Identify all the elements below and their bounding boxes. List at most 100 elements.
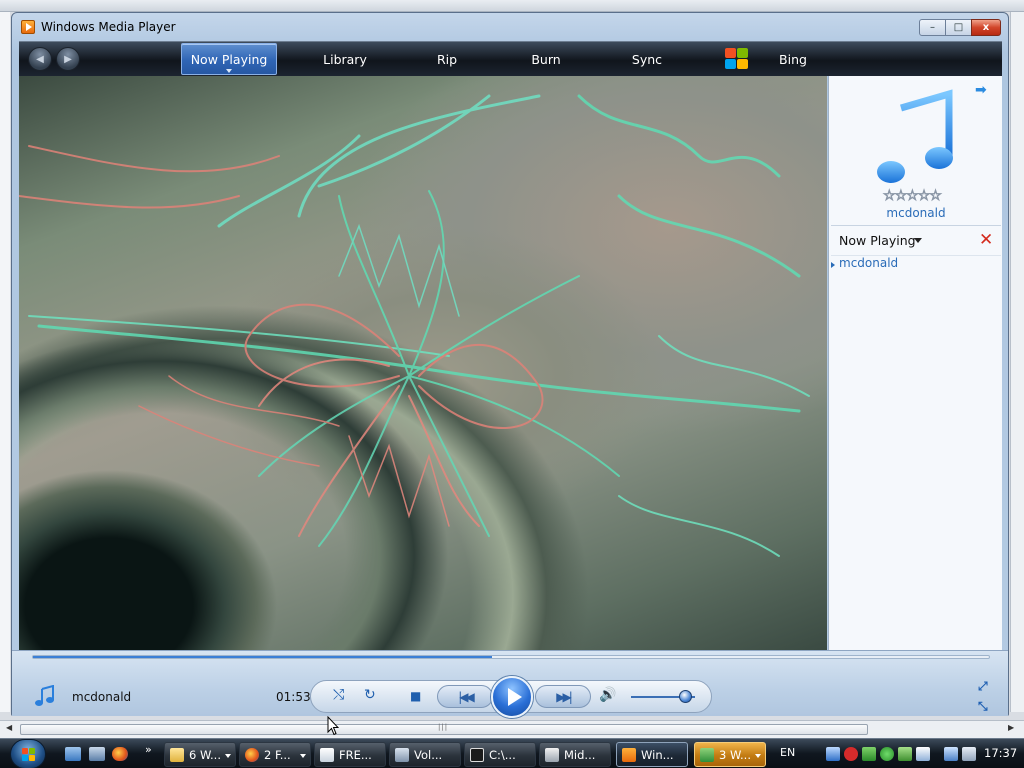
shield-tray-icon[interactable]	[898, 747, 912, 761]
forward-arrow-icon: ▶	[64, 53, 72, 65]
network-tray-icon[interactable]	[826, 747, 840, 761]
star-icon[interactable]: ☆	[894, 188, 907, 205]
back-arrow-icon: ◀	[36, 53, 44, 65]
maximize-button[interactable]: □	[945, 19, 972, 36]
tab-dropdown-icon[interactable]	[226, 69, 232, 73]
star-icon[interactable]: ☆	[917, 188, 930, 205]
shuffle-icon[interactable]: ⤭	[333, 687, 344, 703]
speaker-icon	[395, 748, 409, 762]
seek-bar[interactable]	[32, 655, 990, 659]
background-horizontal-scrollbar[interactable]: ◀ ||| ▶	[0, 720, 1024, 738]
tab-label: Bing	[779, 51, 807, 67]
task-label: Win...	[641, 747, 674, 762]
taskbar-button-media-player[interactable]: Win...	[616, 742, 688, 767]
next-icon: ▶▶|	[556, 689, 572, 704]
scroll-right-arrow-icon[interactable]: ▶	[1008, 723, 1014, 732]
background-vertical-scrollbar[interactable]	[1010, 12, 1024, 712]
switch-windows-icon[interactable]	[89, 747, 105, 761]
minimize-button[interactable]: –	[919, 19, 946, 36]
media-player-app-icon	[21, 20, 35, 34]
document-icon	[320, 748, 334, 762]
task-label: 3 W...	[719, 747, 751, 762]
tab-library[interactable]: Library	[307, 42, 383, 76]
visualizer-lines	[19, 94, 810, 557]
tab-label: Burn	[531, 51, 561, 67]
language-indicator[interactable]: EN	[780, 746, 795, 759]
tab-label: Library	[323, 51, 367, 67]
taskbar-button-midi[interactable]: Mid...	[539, 742, 611, 767]
chevron-down-icon	[225, 754, 231, 758]
seek-progress	[33, 656, 492, 658]
taskbar-button-folder-group[interactable]: 6 W...	[164, 742, 236, 767]
playback-controls-bar: mcdonald 01:53 ⤭ ↻ ■ |◀◀ ▶▶| 🔊 ⤢ ⤡	[12, 650, 1008, 718]
firefox-icon[interactable]	[112, 747, 128, 761]
taskbar-button-7zip[interactable]: C:\...	[464, 742, 536, 767]
taskbar-button-firefox-group[interactable]: 2 F...	[239, 742, 311, 767]
taskbar-button-document[interactable]: FRE...	[314, 742, 386, 767]
close-button[interactable]: x	[971, 19, 1001, 36]
archive-icon	[470, 748, 484, 762]
playlist-item[interactable]: mcdonald	[839, 256, 898, 270]
tab-label: Now Playing	[190, 51, 268, 67]
task-label: Mid...	[564, 747, 596, 762]
expand-pane-arrow-icon[interactable]: ➡	[975, 82, 987, 98]
stop-icon[interactable]: ■	[410, 689, 421, 703]
start-button[interactable]	[10, 739, 46, 768]
chevron-down-icon	[300, 754, 306, 758]
security-alert-tray-icon[interactable]	[844, 747, 858, 761]
current-song-title: mcdonald	[72, 690, 132, 704]
album-title-link[interactable]: mcdonald	[829, 206, 1003, 220]
next-button[interactable]: ▶▶|	[535, 685, 591, 708]
volume-slider-handle[interactable]	[679, 690, 693, 703]
star-icon[interactable]: ☆	[906, 188, 919, 205]
switch-to-compact-icon[interactable]: ⤡	[978, 699, 994, 713]
play-button[interactable]	[491, 676, 533, 718]
task-label: 6 W...	[189, 747, 221, 762]
folder-icon	[170, 748, 184, 762]
windows-logo-icon	[725, 48, 749, 70]
taskbar-button-windows-group[interactable]: 3 W...	[694, 742, 766, 767]
elapsed-time: 01:53	[276, 690, 311, 704]
chevron-down-icon[interactable]	[914, 238, 922, 243]
tab-now-playing[interactable]: Now Playing	[181, 43, 277, 75]
media-player-icon	[622, 748, 636, 762]
show-desktop-icon[interactable]	[65, 747, 81, 761]
back-button[interactable]: ◀	[28, 47, 52, 71]
update-tray-icon[interactable]	[862, 747, 876, 761]
now-playing-list-header[interactable]: Now Playing	[839, 233, 916, 248]
app-tray-icon[interactable]	[916, 747, 930, 761]
repeat-icon[interactable]: ↻	[364, 687, 376, 703]
messenger-tray-icon[interactable]	[880, 747, 894, 761]
clock[interactable]: 17:37	[984, 746, 1017, 760]
tab-sync[interactable]: Sync	[615, 42, 679, 76]
task-label: Vol...	[414, 747, 443, 762]
forward-button[interactable]: ▶	[56, 47, 80, 71]
transport-controls: ⤭ ↻ ■ |◀◀ ▶▶| 🔊	[310, 676, 712, 718]
title-bar[interactable]: Windows Media Player – □ x	[12, 13, 1008, 41]
visualization-area[interactable]	[19, 76, 827, 650]
previous-icon: |◀◀	[458, 689, 474, 704]
quick-launch-more-icon[interactable]: »	[145, 743, 152, 756]
star-icon[interactable]: ☆	[929, 188, 942, 205]
clear-list-icon[interactable]: ✕	[979, 230, 993, 250]
previous-button[interactable]: |◀◀	[437, 685, 493, 708]
star-icon[interactable]: ☆	[883, 188, 896, 205]
tab-burn[interactable]: Burn	[514, 42, 578, 76]
firefox-icon	[245, 748, 259, 762]
volume-icon[interactable]: 🔊	[599, 687, 616, 703]
chevron-down-icon	[755, 754, 761, 758]
rating-stars[interactable]: ☆ ☆ ☆ ☆ ☆	[883, 188, 943, 205]
full-screen-icon[interactable]: ⤢	[978, 679, 994, 693]
window-controls: – □ x	[919, 19, 1001, 36]
tab-bing[interactable]: Bing	[761, 42, 825, 76]
network-connection-icon[interactable]	[944, 747, 958, 761]
tab-rip[interactable]: Rip	[417, 42, 477, 76]
media-player-window: Windows Media Player – □ x ◀ ▶ Now Playi…	[11, 12, 1009, 718]
taskbar-button-volume[interactable]: Vol...	[389, 742, 461, 767]
audio-file-icon	[545, 748, 559, 762]
volume-tray-icon[interactable]	[962, 747, 976, 761]
navigation-bar: ◀ ▶ Now Playing Library Rip Burn Sync Bi…	[19, 41, 1002, 76]
scroll-left-arrow-icon[interactable]: ◀	[6, 723, 12, 732]
tab-label: Rip	[436, 51, 458, 67]
windows-logo-icon	[22, 748, 36, 761]
